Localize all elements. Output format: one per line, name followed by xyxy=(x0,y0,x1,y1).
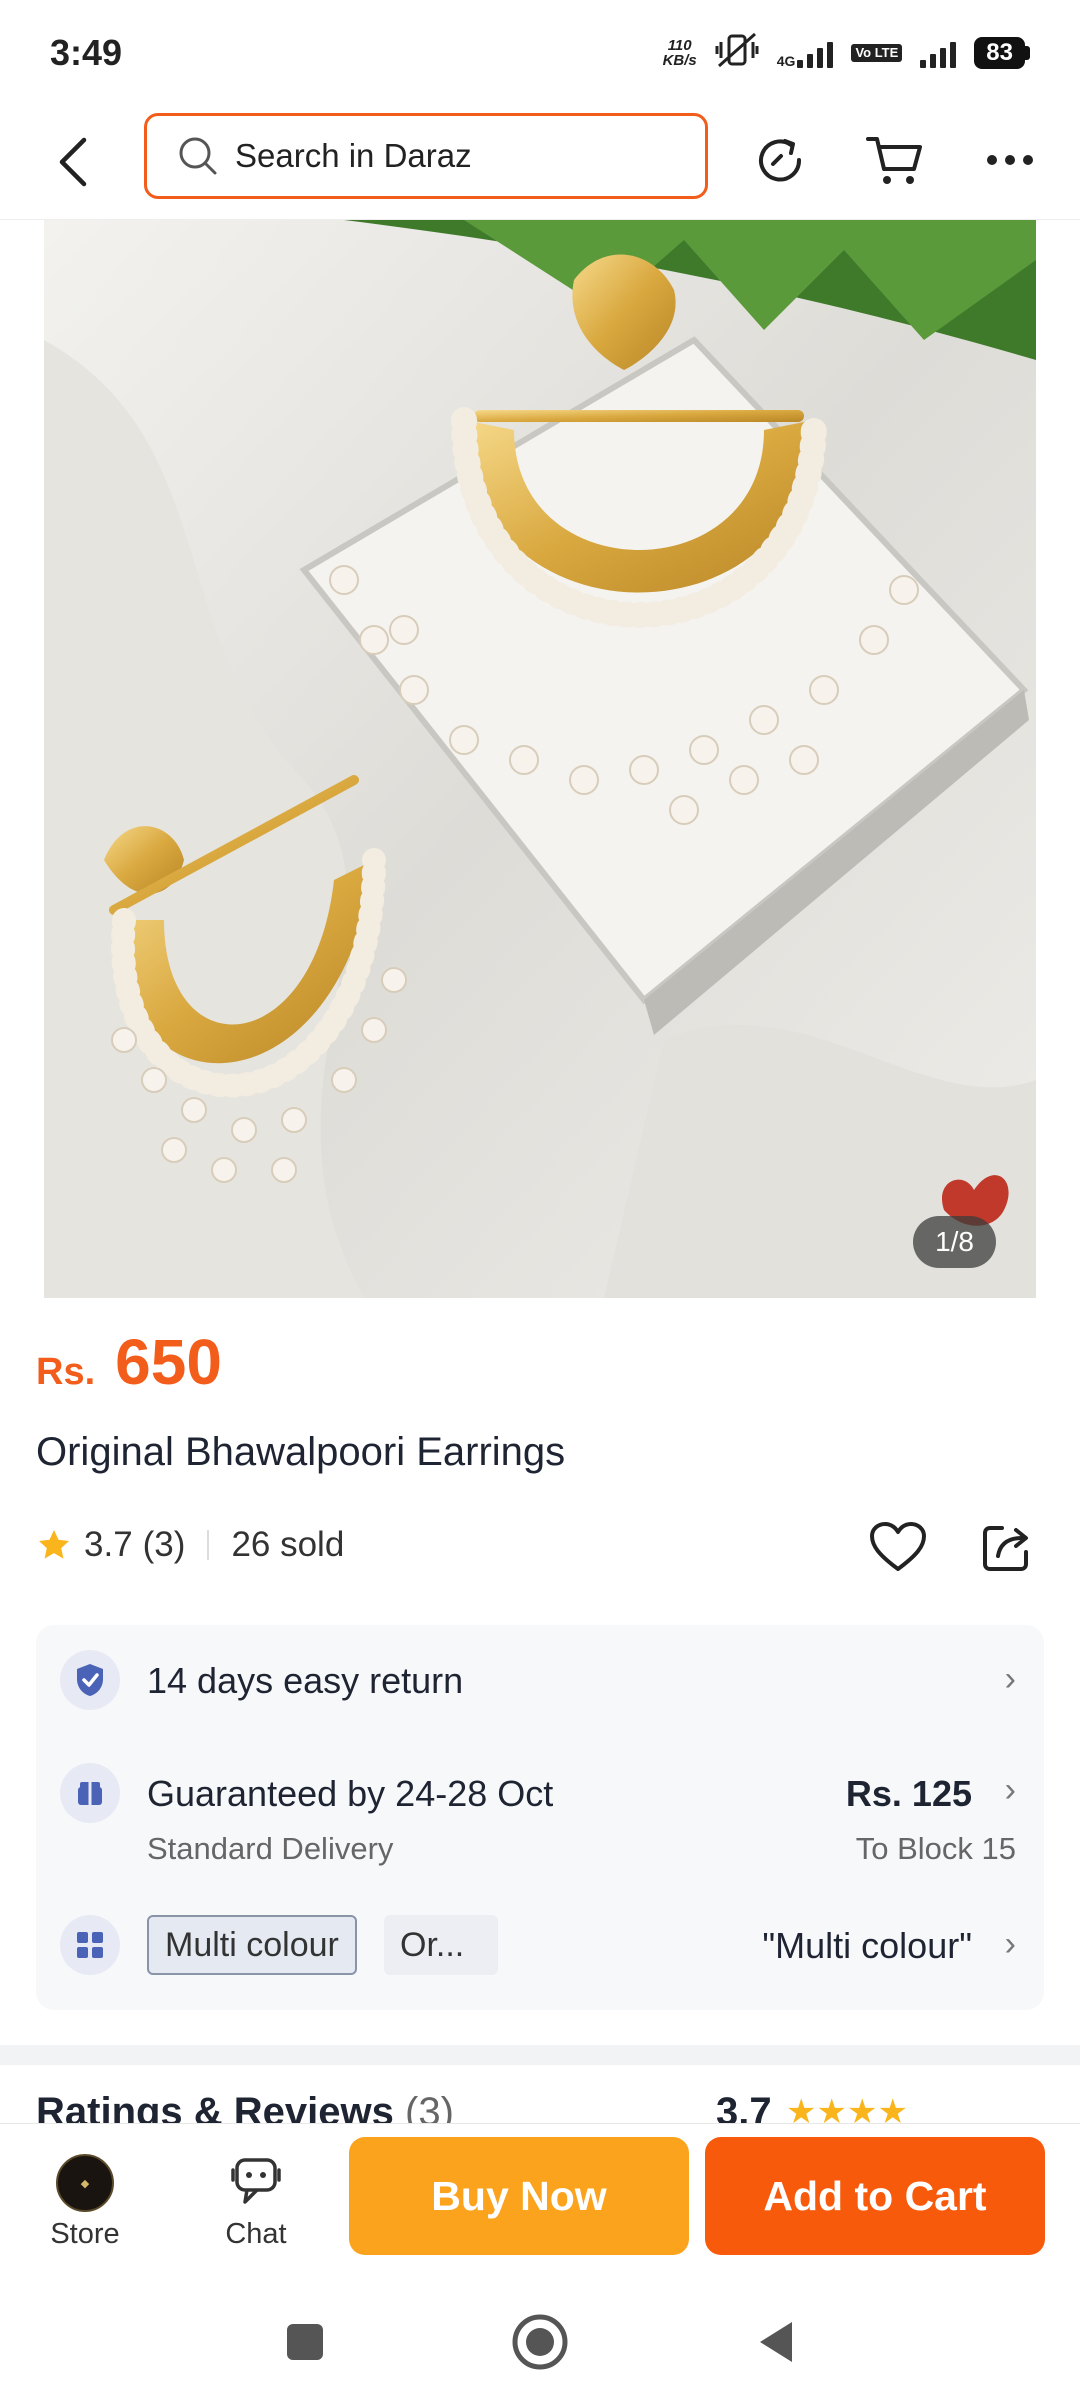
signal-icon xyxy=(797,38,834,68)
chevron-right-icon: › xyxy=(1004,1660,1016,1698)
rating-row: 3.7 (3) 26 sold xyxy=(36,1515,1046,1575)
cart-button[interactable] xyxy=(860,125,930,195)
back-triangle-icon xyxy=(760,2322,792,2362)
back-button[interactable] xyxy=(48,127,98,197)
share-button[interactable] xyxy=(975,1515,1039,1579)
search-placeholder: Search in Daraz xyxy=(235,137,472,174)
earrings-photo xyxy=(44,220,1036,1298)
buy-now-button[interactable]: Buy Now xyxy=(349,2137,689,2255)
home-circle-icon xyxy=(512,2314,568,2370)
net-speed-value: 110 xyxy=(667,36,692,54)
history-button[interactable] xyxy=(745,125,815,195)
product-image[interactable]: 1/8 xyxy=(44,220,1036,1298)
more-button[interactable] xyxy=(975,125,1045,195)
sold-count: 26 sold xyxy=(231,1525,345,1564)
price-currency: Rs. xyxy=(36,1351,96,1393)
history-icon xyxy=(759,139,802,182)
return-policy-row[interactable]: 14 days easy return › xyxy=(36,1625,1044,1735)
add-to-cart-button[interactable]: Add to Cart xyxy=(705,2137,1045,2255)
star-icon xyxy=(39,1530,69,1559)
recents-button[interactable] xyxy=(270,2307,340,2377)
chat-label: Chat xyxy=(225,2218,287,2250)
section-separator xyxy=(0,2045,1080,2065)
product-title: Original Bhawalpoori Earrings xyxy=(36,1430,566,1474)
chat-button[interactable]: Chat xyxy=(196,2154,316,2251)
store-label: Store xyxy=(50,2218,120,2250)
network-type: 4G xyxy=(776,52,796,69)
delivery-fee: Rs. 125 xyxy=(845,1773,972,1814)
delivery-row[interactable]: Guaranteed by 24-28 Oct Standard Deliver… xyxy=(36,1735,1044,1885)
heart-icon xyxy=(870,1522,926,1571)
search-icon xyxy=(179,137,217,175)
variant-selected: "Multi colour" xyxy=(762,1925,972,1966)
rating-count: (3) xyxy=(142,1525,186,1564)
home-button[interactable] xyxy=(505,2307,575,2377)
variant-chip-multi-colour[interactable]: Multi colour xyxy=(147,1915,357,1975)
mute-vibrate-icon xyxy=(715,30,759,75)
rating-divider xyxy=(207,1530,210,1560)
top-header: Search in Daraz xyxy=(0,105,1080,220)
product-price: Rs. 650 xyxy=(36,1325,222,1399)
chat-icon xyxy=(231,2158,281,2204)
status-bar: 3:49 110 KB/s 4G Vo LTE 83 xyxy=(0,0,1080,105)
store-logo-icon: ◆ xyxy=(56,2154,114,2212)
battery-level: 83 xyxy=(974,36,1025,69)
service-info-card: 14 days easy return › Guaranteed by 24-2… xyxy=(36,1625,1044,2010)
system-nav-bar xyxy=(0,2285,1080,2400)
signal-icon-2 xyxy=(920,38,957,68)
battery-icon: 83 xyxy=(974,36,1030,69)
back-nav-button[interactable] xyxy=(740,2307,810,2377)
status-icons: 110 KB/s 4G Vo LTE 83 xyxy=(663,30,1030,75)
truck-icon xyxy=(60,1763,120,1823)
share-icon xyxy=(983,1526,1028,1571)
cart-icon xyxy=(866,137,922,184)
net-speed: 110 KB/s xyxy=(663,38,697,68)
image-counter: 1/8 xyxy=(913,1216,996,1268)
more-icon xyxy=(987,155,1033,165)
variant-grid-icon xyxy=(60,1915,120,1975)
delivery-type: Standard Delivery xyxy=(147,1831,394,1866)
chevron-right-icon: › xyxy=(1004,1925,1016,1963)
status-time: 3:49 xyxy=(50,31,123,73)
shield-check-icon xyxy=(60,1650,120,1710)
return-policy-text: 14 days easy return xyxy=(147,1660,464,1701)
back-arrow-icon xyxy=(59,137,87,187)
rating-value: 3.7 xyxy=(84,1525,133,1564)
variant-chip-other[interactable]: Or... xyxy=(384,1915,498,1975)
volte-badge: Vo LTE xyxy=(851,43,903,62)
store-button[interactable]: ◆ Store xyxy=(25,2154,145,2251)
delivery-guarantee: Guaranteed by 24-28 Oct xyxy=(147,1773,554,1814)
price-amount: 650 xyxy=(115,1326,222,1398)
wishlist-button[interactable] xyxy=(866,1515,930,1579)
search-input[interactable]: Search in Daraz xyxy=(144,113,708,199)
chevron-right-icon: › xyxy=(1004,1771,1016,1809)
variant-row[interactable]: Multi colour Or... "Multi colour" › xyxy=(36,1890,1044,2000)
net-speed-unit: KB/s xyxy=(662,51,697,69)
bottom-action-bar: ◆ Store Chat Buy Now Add to Cart xyxy=(0,2123,1080,2285)
delivery-location: To Block 15 xyxy=(855,1831,1016,1866)
square-icon xyxy=(287,2324,323,2360)
